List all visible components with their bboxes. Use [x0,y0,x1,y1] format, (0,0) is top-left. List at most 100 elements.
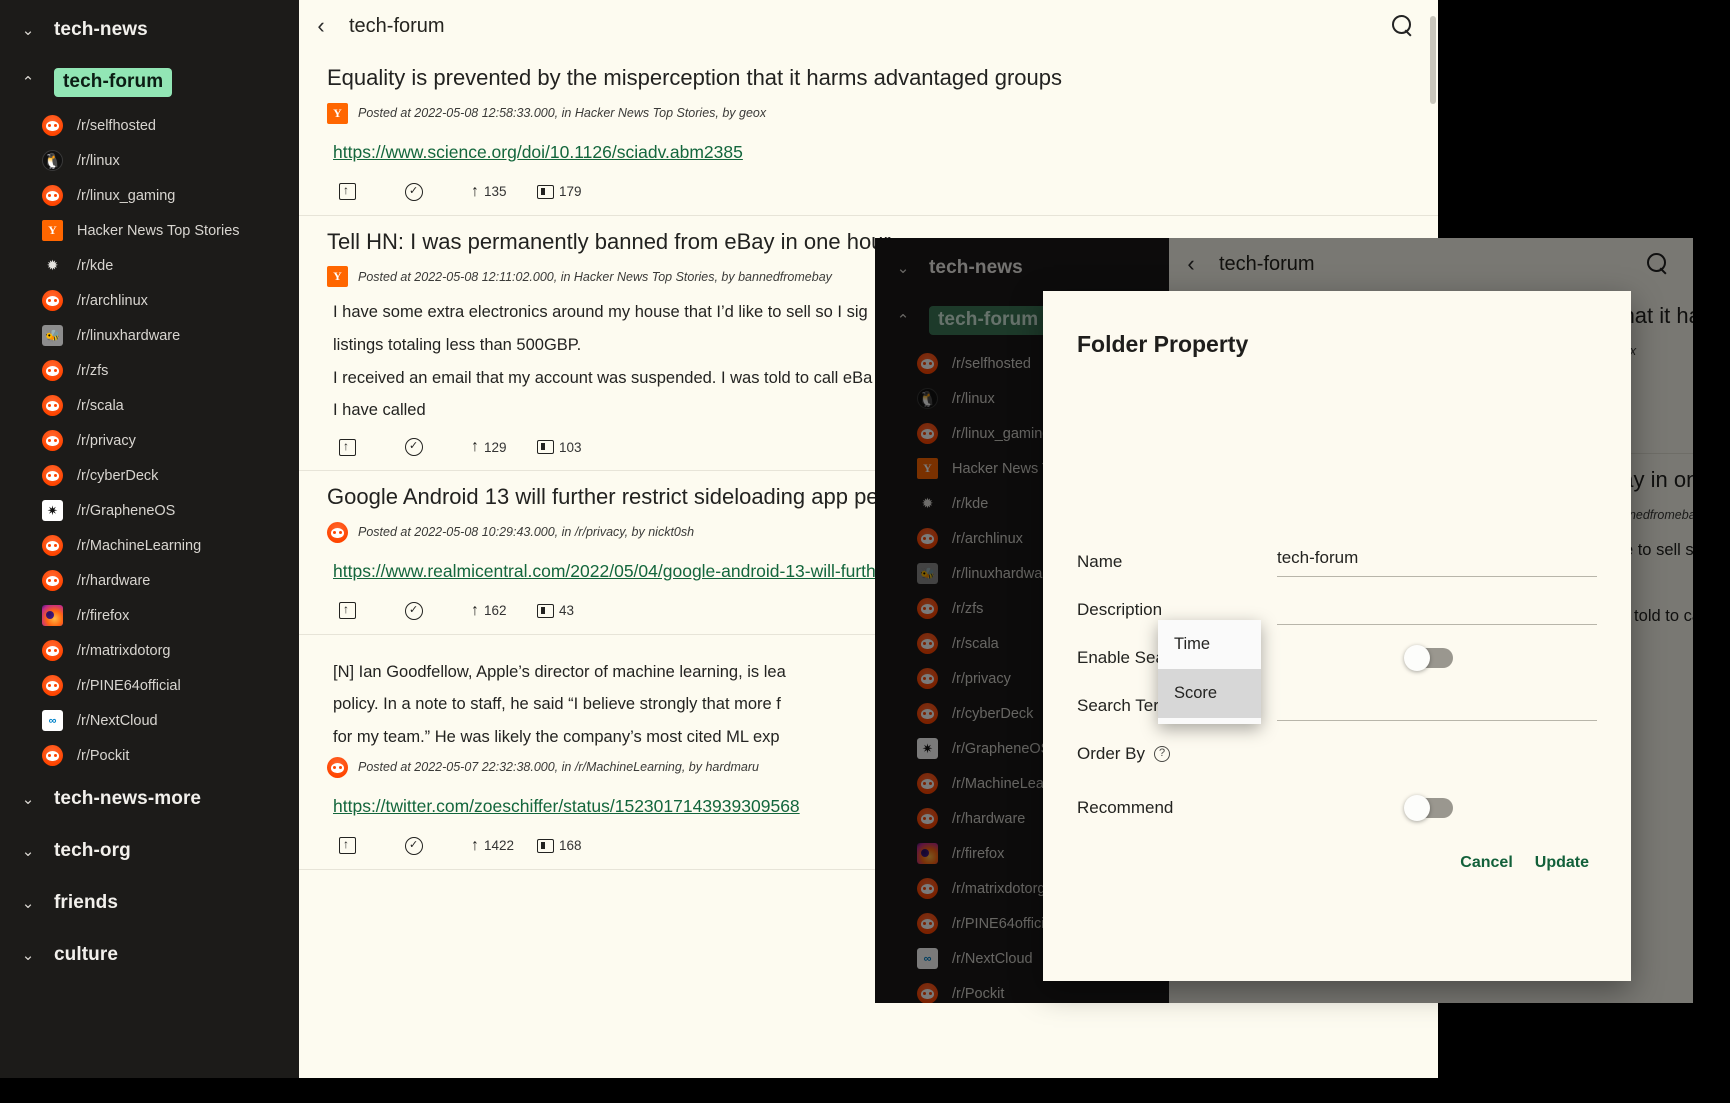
read-action[interactable] [405,602,471,620]
enable-search-value-wrap [1277,648,1597,668]
open-action[interactable] [339,439,405,456]
sidebar-item-label: /r/hardware [952,811,1025,827]
open-action[interactable] [339,183,405,200]
field-description-value-wrap [1277,596,1597,625]
sidebar-folder-tech-news-more[interactable]: ⌄tech-news-more [0,773,299,825]
field-enable-search: Enable Search ? [1077,634,1597,682]
sidebar-selected-folder-label: tech-forum [54,68,172,97]
dropdown-option-score[interactable]: Score [1158,669,1261,718]
reddit-icon [917,913,938,934]
upvote-action[interactable]: ↑1422 [471,837,537,855]
recommend-toggle[interactable] [1407,798,1453,818]
read-action[interactable] [405,438,471,456]
chevron-down-icon[interactable]: ⌄ [16,844,40,859]
sidebar-folder-tech-news[interactable]: ⌄ tech-news [0,4,299,56]
sidebar-item-label: /r/MachineLearning [77,538,201,554]
sidebar-item-r-linux-gaming[interactable]: /r/linux_gaming [0,178,299,213]
sidebar-item-r-pockit[interactable]: /r/Pockit [0,738,299,773]
upvote-action[interactable]: ↑129 [471,438,537,456]
search-icon[interactable] [1645,251,1671,277]
order-by-select[interactable] [1277,740,1597,768]
upvote-action[interactable]: ↑162 [471,602,537,620]
dialog-buttons: Cancel Update [1077,854,1597,872]
order-by-dropdown[interactable]: Time Score [1158,620,1261,724]
chevron-down-icon[interactable]: ⌄ [16,896,40,911]
chevron-down-icon[interactable]: ⌄ [891,261,915,276]
comment-action[interactable]: 43 [537,603,603,618]
sidebar-item-r-zfs[interactable]: /r/zfs [0,353,299,388]
chevron-left-icon[interactable]: ‹ [1177,253,1205,275]
sidebar-folder-culture[interactable]: ⌄ culture [0,929,299,981]
post-meta: Posted at 2022-05-08 12:11:02.000, in Ha… [358,270,832,284]
search-term-input[interactable] [1277,692,1597,721]
chevron-up-icon[interactable]: ⌃ [891,313,915,328]
update-button[interactable]: Update [1535,854,1589,872]
open-action[interactable] [339,837,405,854]
post-link[interactable]: https://www.realmicentral.com/2022/05/04… [333,561,886,582]
name-input[interactable]: tech-forum [1277,548,1597,577]
sidebar-folder-label: culture [54,944,118,966]
reddit-icon [917,353,938,374]
read-action[interactable] [405,837,471,855]
content-topbar: ‹ tech-forum [299,0,1438,52]
sidebar-item-r-linuxhardware[interactable]: /r/linuxhardware [0,318,299,353]
post-meta-row: YPosted at 2022-05-08 12:58:33.000, in H… [327,103,1414,124]
comment-count: 168 [559,838,582,853]
recommend-value-wrap [1277,798,1597,818]
secondary-folder-tech-news[interactable]: ⌄ tech-news [875,242,1169,294]
sidebar-folder-label: friends [54,892,118,914]
sidebar-item-label: /r/privacy [77,433,136,449]
sidebar-item-r-grapheneos[interactable]: ✷/r/GrapheneOS [0,493,299,528]
field-search-term: Search Term ? [1077,682,1597,730]
post-link[interactable]: https://twitter.com/zoeschiffer/status/1… [333,796,800,817]
read-action[interactable] [405,183,471,201]
post-link[interactable]: https://www.science.org/doi/10.1126/scia… [333,142,743,163]
chevron-down-icon[interactable]: ⌄ [16,23,40,38]
sidebar-item-r-firefox[interactable]: /r/firefox [0,598,299,633]
sidebar-item-r-cyberdeck[interactable]: /r/cyberDeck [0,458,299,493]
sidebar-folder-friends[interactable]: ⌄ friends [0,877,299,929]
question-mark-icon[interactable]: ? [1154,746,1170,762]
hackernews-icon: Y [327,266,348,287]
sidebar-item-r-machinelearning[interactable]: /r/MachineLearning [0,528,299,563]
reddit-icon [42,185,63,206]
enable-search-toggle[interactable] [1407,648,1453,668]
sidebar-item-hacker-news-top-stories[interactable]: YHacker News Top Stories [0,213,299,248]
chevron-down-icon[interactable]: ⌄ [16,948,40,963]
upvote-action[interactable]: ↑135 [471,183,537,201]
sidebar-item-label: /r/NextCloud [952,951,1033,967]
reddit-icon [917,773,938,794]
sidebar-item-label: /r/PINE64official [952,916,1056,932]
comment-action[interactable]: 168 [537,838,603,853]
content-scrollbar[interactable] [1430,16,1436,104]
open-action[interactable] [339,602,405,619]
cancel-button[interactable]: Cancel [1460,854,1512,872]
sidebar-item-r-hardware[interactable]: /r/hardware [0,563,299,598]
comment-action[interactable]: 179 [537,184,603,199]
reddit-icon [917,878,938,899]
field-order-by-label: Order By ? [1077,744,1277,764]
sidebar-item-r-linux[interactable]: 🐧/r/linux [0,143,299,178]
chevron-down-icon[interactable]: ⌄ [16,792,40,807]
sidebar-item-r-pine64official[interactable]: /r/PINE64official [0,668,299,703]
sidebar-item-label: /r/linuxhardware [77,328,180,344]
search-icon[interactable] [1390,13,1416,39]
chevron-up-icon[interactable]: ⌃ [16,75,40,90]
sidebar-item-r-scala[interactable]: /r/scala [0,388,299,423]
chevron-left-icon[interactable]: ‹ [307,15,335,37]
sidebar-folder-tech-forum[interactable]: ⌃ tech-forum [0,56,299,108]
sidebar-item-r-privacy[interactable]: /r/privacy [0,423,299,458]
sidebar-item-r-selfhosted[interactable]: /r/selfhosted [0,108,299,143]
post-item[interactable]: Equality is prevented by the mispercepti… [299,52,1438,216]
sidebar-folder-tech-org[interactable]: ⌄tech-org [0,825,299,877]
description-input[interactable] [1277,596,1597,625]
dropdown-option-time[interactable]: Time [1158,620,1261,669]
comment-action[interactable]: 103 [537,440,603,455]
sidebar-item-r-matrixdotorg[interactable]: /r/matrixdotorg [0,633,299,668]
sidebar-item-label: /r/matrixdotorg [77,643,170,659]
toggle-knob [1404,795,1430,821]
dialog-fields: Name tech-forum Description Enable Searc… [1077,538,1597,832]
sidebar-item-r-kde[interactable]: ✹/r/kde [0,248,299,283]
sidebar-item-r-archlinux[interactable]: /r/archlinux [0,283,299,318]
sidebar-item-r-nextcloud[interactable]: ∞/r/NextCloud [0,703,299,738]
